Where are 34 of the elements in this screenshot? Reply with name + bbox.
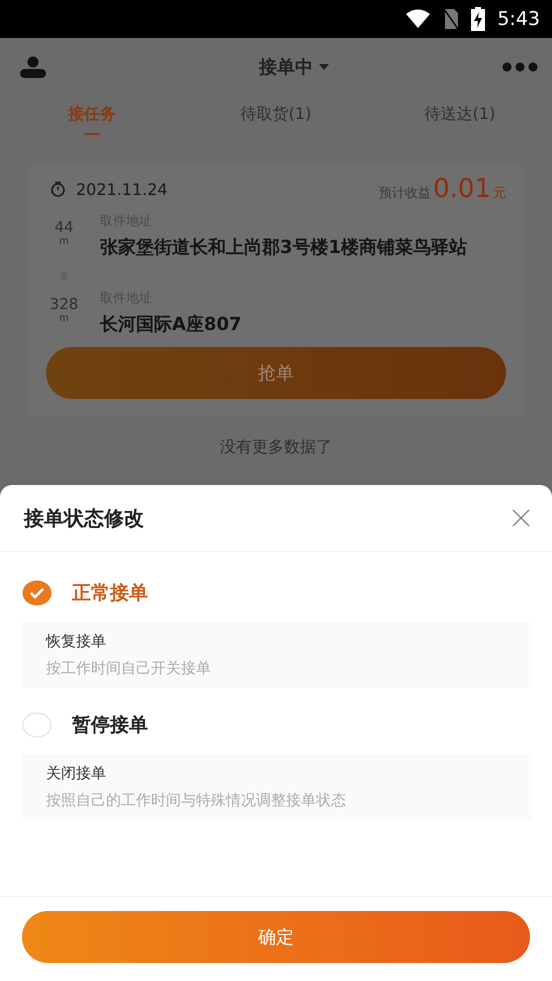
option-label[interactable]: 正常接单 [72,580,148,606]
stopwatch-icon [50,181,66,197]
order-date: 2021.11.24 [76,180,168,198]
battery-charging-icon [471,7,486,31]
clock-time: 5:43 [497,8,540,30]
distance-value: 44 [54,218,74,236]
earnings-unit: 元 [493,185,506,202]
status-dropdown[interactable]: 接单中 [259,55,329,79]
distance-value: 328 [50,295,78,313]
distance-unit: m [59,236,69,247]
more-icon[interactable] [502,62,538,72]
description-text: 按工作时间自己开关接单 [46,659,212,678]
grab-order-button[interactable]: 抢单 [46,347,506,399]
address-text: 长河国际A座807 [100,313,243,337]
sheet-title: 接单状态修改 [24,504,144,532]
no-more-data-text: 没有更多数据了 [219,437,333,458]
address-text: 张家堡街道长和上尚郡3号楼1楼商铺菜鸟驿站 [100,236,468,260]
description-title: 恢复接单 [46,632,107,651]
distance-unit: m [59,313,69,324]
no-sim-icon [443,8,460,30]
chevron-down-icon [60,271,68,281]
radio-checked-icon[interactable] [22,580,52,606]
tab[interactable]: 待送达(1) [390,102,530,135]
radio-unchecked-icon[interactable] [22,712,52,738]
confirm-button[interactable]: 确定 [22,911,530,963]
earnings-amount: 0.01 [433,174,491,204]
option-label[interactable]: 暂停接单 [72,712,148,738]
close-icon[interactable] [512,509,530,527]
description-title: 关闭接单 [46,764,107,783]
description-text: 按照自己的工作时间与特殊情况调整接单状态 [46,791,347,810]
user-icon[interactable] [20,56,46,78]
wifi-icon [405,9,432,29]
tab[interactable]: 待取货(1) [206,102,346,135]
caret-icon [319,64,329,70]
